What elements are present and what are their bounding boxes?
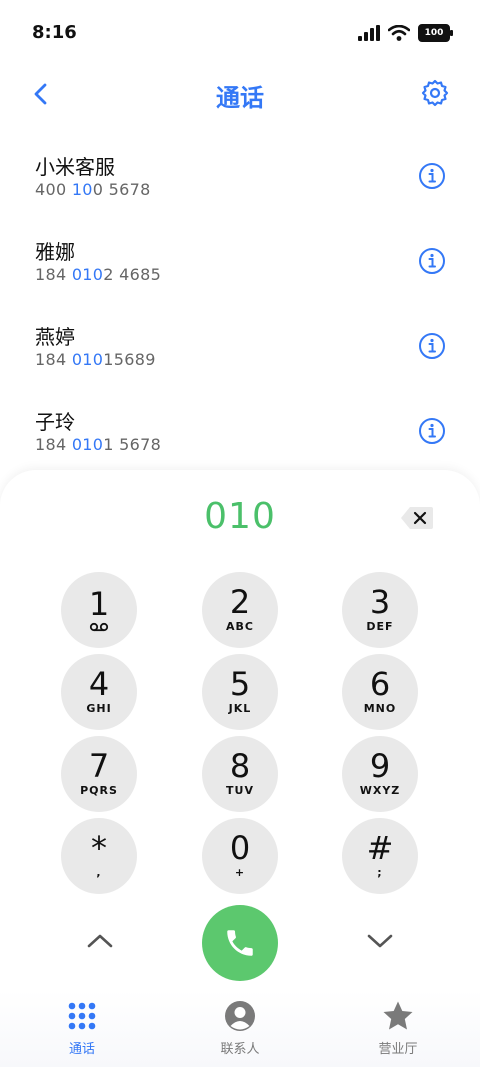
contact-row[interactable]: 子玲 184 0101 5678: [0, 390, 480, 475]
tab-bar: 通话 联系人 营业厅: [0, 990, 480, 1067]
key-letters: DEF: [366, 620, 394, 633]
number-suffix: 0 5678: [92, 180, 151, 199]
key-3[interactable]: 3 DEF: [342, 572, 418, 648]
contact-name: 雅娜: [35, 240, 75, 264]
key-digit: 4: [88, 665, 110, 703]
chevron-down-icon[interactable]: [366, 931, 394, 951]
key-digit: 1: [88, 585, 110, 623]
key-0[interactable]: 0 +: [202, 818, 278, 894]
dial-actions: [0, 905, 480, 985]
backspace-icon[interactable]: [400, 506, 434, 530]
contact-number: 400 100 5678: [35, 180, 151, 199]
cellular-signal-icon: [358, 25, 380, 41]
voicemail-icon: [89, 622, 109, 632]
info-icon[interactable]: [418, 247, 446, 275]
key-4[interactable]: 4 GHI: [61, 654, 137, 730]
tab-label: 联系人: [220, 1042, 260, 1057]
key-5[interactable]: 5 JKL: [202, 654, 278, 730]
tab-business-hall[interactable]: 营业厅: [348, 1000, 448, 1057]
info-icon[interactable]: [418, 162, 446, 190]
wifi-icon: [388, 25, 410, 41]
key-digit: 8: [229, 747, 251, 785]
gear-icon[interactable]: [420, 78, 450, 108]
dialer-sheet: 010 1 2 ABC 3 DEF 4 GHI 5 JKL 6 MNO 7 PQ…: [0, 470, 480, 1067]
key-letters: WXYZ: [359, 784, 401, 797]
tab-calls[interactable]: 通话: [32, 1000, 132, 1057]
contact-name: 小米客服: [35, 155, 115, 179]
number-match-highlight: 010: [71, 350, 104, 369]
key-letters: MNO: [363, 702, 397, 715]
number-prefix: 184: [35, 435, 72, 454]
key-letters: ;: [377, 866, 383, 879]
key-letters: GHI: [86, 702, 112, 715]
status-time: 8:16: [32, 22, 77, 43]
battery-icon: 100: [418, 24, 453, 42]
number-suffix: 15689: [103, 350, 156, 369]
number-suffix: 2 4685: [103, 265, 162, 284]
key-letters: ABC: [226, 620, 254, 633]
status-icons: 100: [358, 24, 453, 42]
star-icon: [383, 1001, 413, 1030]
key-digit: 2: [229, 583, 251, 621]
key-8[interactable]: 8 TUV: [202, 736, 278, 812]
key-letters: JKL: [228, 702, 252, 715]
tab-label: 营业厅: [378, 1042, 418, 1057]
number-prefix: 400: [35, 180, 72, 199]
info-icon[interactable]: [418, 417, 446, 445]
contact-name: 燕婷: [35, 325, 75, 349]
key-digit: 5: [229, 665, 251, 703]
contact-list: 小米客服 400 100 5678 雅娜 184 0102 4685 燕婷 18…: [0, 135, 480, 475]
page-title: 通话: [216, 84, 264, 112]
key-star[interactable]: * ,: [61, 818, 137, 894]
battery-level: 100: [424, 28, 444, 38]
key-digit: 7: [88, 747, 110, 785]
number-match-highlight: 10: [71, 180, 93, 199]
key-letters: PQRS: [80, 784, 118, 797]
key-1[interactable]: 1: [61, 572, 137, 648]
key-digit: *: [91, 829, 107, 867]
key-digit: 9: [369, 747, 391, 785]
key-letters: ,: [96, 866, 102, 879]
contact-number: 184 0102 4685: [35, 265, 161, 284]
phone-icon: [227, 930, 253, 956]
contact-name: 子玲: [35, 410, 75, 434]
key-9[interactable]: 9 WXYZ: [342, 736, 418, 812]
number-match-highlight: 010: [71, 265, 104, 284]
contact-row[interactable]: 雅娜 184 0102 4685: [0, 220, 480, 305]
key-letters: TUV: [226, 784, 254, 797]
key-6[interactable]: 6 MNO: [342, 654, 418, 730]
key-2[interactable]: 2 ABC: [202, 572, 278, 648]
tab-contacts[interactable]: 联系人: [190, 1000, 290, 1057]
number-match-highlight: 010: [71, 435, 104, 454]
key-hash[interactable]: # ;: [342, 818, 418, 894]
contact-person-icon: [225, 1001, 255, 1031]
key-digit: 6: [369, 665, 391, 703]
contact-row[interactable]: 小米客服 400 100 5678: [0, 135, 480, 220]
tab-label: 通话: [68, 1042, 95, 1057]
nav-bar: 通话: [0, 70, 480, 120]
key-digit: 0: [229, 829, 251, 867]
number-prefix: 184: [35, 265, 72, 284]
key-7[interactable]: 7 PQRS: [61, 736, 137, 812]
key-digit: 3: [369, 583, 391, 621]
info-icon[interactable]: [418, 332, 446, 360]
call-button[interactable]: [202, 905, 278, 981]
status-bar: 8:16 100: [0, 0, 480, 64]
contact-number: 184 0101 5678: [35, 435, 161, 454]
dialpad-icon: [68, 1002, 96, 1030]
chevron-up-icon[interactable]: [86, 931, 114, 951]
contact-number: 184 01015689: [35, 350, 156, 369]
number-prefix: 184: [35, 350, 72, 369]
number-suffix: 1 5678: [103, 435, 162, 454]
key-digit: #: [366, 829, 394, 867]
key-letters: +: [234, 866, 246, 879]
contact-row[interactable]: 燕婷 184 01015689: [0, 305, 480, 390]
